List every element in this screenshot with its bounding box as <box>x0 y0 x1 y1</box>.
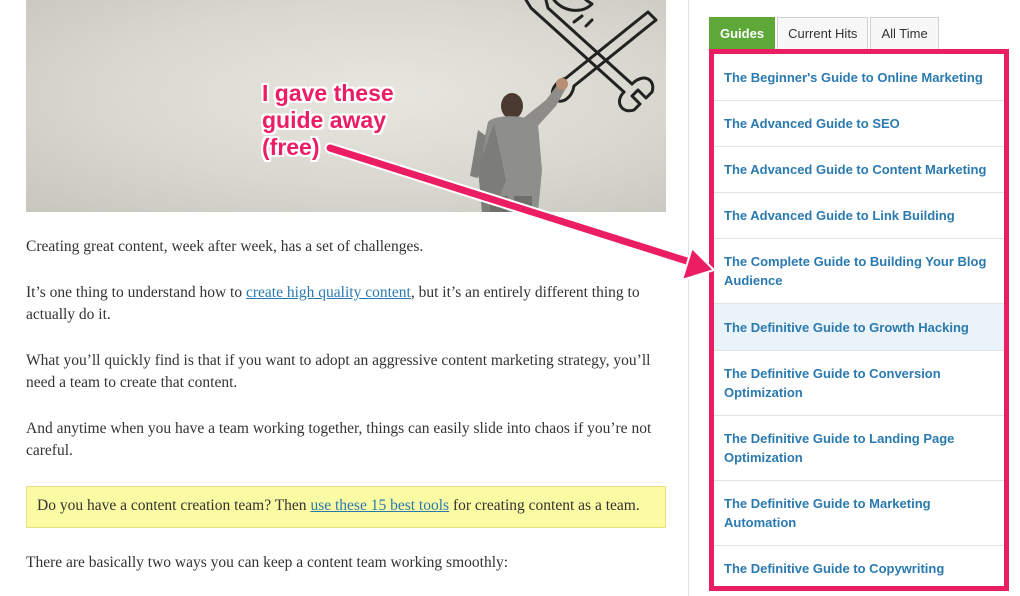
tab-guides[interactable]: Guides <box>709 17 776 49</box>
tab-current-hits[interactable]: Current Hits <box>777 17 869 49</box>
article-paragraph: And anytime when you have a team working… <box>26 420 652 459</box>
guide-link-definitive-marketing-automation[interactable]: The Definitive Guide to Marketing Automa… <box>714 481 1004 546</box>
paragraph-text: It’s one thing to understand how to <box>26 284 246 301</box>
annotation-line: (free) <box>262 134 320 160</box>
guide-link-beginners-online-marketing[interactable]: The Beginner's Guide to Online Marketing <box>714 54 1004 101</box>
guide-link-advanced-content-marketing[interactable]: The Advanced Guide to Content Marketing <box>714 147 1004 193</box>
annotation-line: I gave these <box>262 80 394 106</box>
guides-list: The Beginner's Guide to Online Marketing… <box>709 49 1009 591</box>
tools-callout-box: Do you have a content creation team? The… <box>26 486 666 528</box>
article-body: Creating great content, week after week,… <box>26 236 666 596</box>
article-paragraph: There are basically two ways you can kee… <box>26 554 509 571</box>
guide-link-definitive-landing-page-optimization[interactable]: The Definitive Guide to Landing Page Opt… <box>714 416 1004 481</box>
annotation-callout: I gave these guide away (free) <box>262 80 422 161</box>
annotation-line: guide away <box>262 107 386 133</box>
create-high-quality-content-link[interactable]: create high quality content <box>246 284 411 301</box>
sidebar-divider <box>688 0 689 596</box>
guide-link-definitive-growth-hacking[interactable]: The Definitive Guide to Growth Hacking <box>714 304 1004 351</box>
guide-link-complete-blog-audience[interactable]: The Complete Guide to Building Your Blog… <box>714 239 1004 304</box>
sidebar-tabs: Guides Current Hits All Time <box>709 17 941 49</box>
man-figure <box>470 78 568 212</box>
guide-link-definitive-copywriting[interactable]: The Definitive Guide to Copywriting <box>714 546 1004 591</box>
article-paragraph: It’s one thing to understand how to crea… <box>26 282 666 326</box>
best-tools-link[interactable]: use these 15 best tools <box>310 497 449 514</box>
guide-link-advanced-seo[interactable]: The Advanced Guide to SEO <box>714 101 1004 147</box>
article-paragraph: Creating great content, week after week,… <box>26 238 424 255</box>
tab-all-time[interactable]: All Time <box>870 17 939 49</box>
callout-text: Do you have a content creation team? The… <box>37 497 311 514</box>
callout-text: for creating content as a team. <box>449 497 640 514</box>
article-paragraph: What you’ll quickly find is that if you … <box>26 352 651 391</box>
guide-link-definitive-conversion-optimization[interactable]: The Definitive Guide to Conversion Optim… <box>714 351 1004 416</box>
guide-link-advanced-link-building[interactable]: The Advanced Guide to Link Building <box>714 193 1004 239</box>
